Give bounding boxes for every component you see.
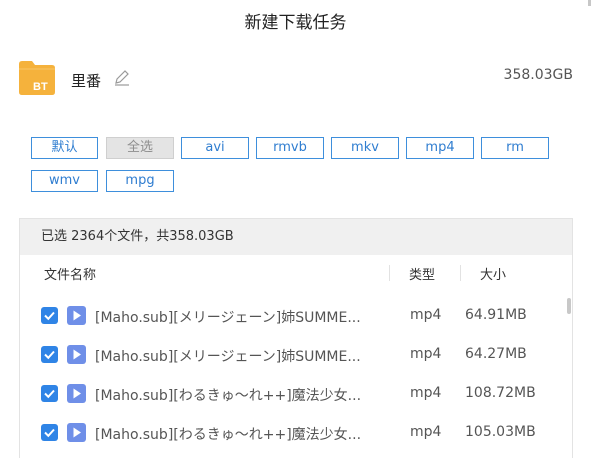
file-size: 64.91MB	[465, 307, 527, 323]
file-row[interactable]: [Maho.sub][わるきゅ～れ++]魔法少女... mp4 108.72MB	[20, 375, 560, 414]
dialog-title: 新建下载任务	[244, 13, 347, 33]
file-type: mp4	[410, 385, 442, 401]
filter-wmv-button[interactable]: wmv	[31, 170, 98, 192]
pencil-icon[interactable]	[113, 69, 130, 86]
selection-summary: 已选 2364个文件，共358.03GB	[20, 219, 572, 255]
play-icon[interactable]	[67, 423, 86, 442]
file-row[interactable]: [Maho.sub][メリージェーン]姉SUMME... mp4 64.91MB	[20, 297, 560, 336]
checkbox-checked-icon[interactable]	[41, 424, 58, 441]
file-list-panel: 已选 2364个文件，共358.03GB 文件名称 类型 大小 [Maho.su…	[19, 218, 573, 458]
file-row[interactable]: [Maho.sub][メリージェーン]姉SUMME... mp4 64.27MB	[20, 336, 560, 375]
task-name: 里番	[71, 72, 102, 90]
column-divider[interactable]	[389, 265, 390, 281]
bt-folder-label: BT	[33, 81, 48, 93]
list-scrollbar[interactable]	[567, 298, 571, 314]
bt-folder-icon: BT	[19, 61, 55, 95]
file-name: [Maho.sub][メリージェーン]姉SUMME...	[95, 310, 361, 326]
filter-avi-button[interactable]: avi	[181, 137, 249, 159]
column-divider[interactable]	[460, 265, 461, 281]
column-header: 文件名称 类型 大小	[20, 255, 572, 289]
checkbox-checked-icon[interactable]	[41, 346, 58, 363]
checkbox-checked-icon[interactable]	[41, 385, 58, 402]
column-size-header[interactable]: 大小	[480, 264, 506, 283]
filter-rm-button[interactable]: rm	[481, 137, 549, 159]
file-type: mp4	[410, 346, 442, 362]
file-type: mp4	[410, 307, 442, 323]
play-icon[interactable]	[67, 345, 86, 364]
file-type: mp4	[410, 424, 442, 440]
file-size: 105.03MB	[465, 424, 536, 440]
filter-mkv-button[interactable]: mkv	[331, 137, 399, 159]
column-name-header[interactable]: 文件名称	[44, 264, 96, 283]
play-icon[interactable]	[67, 384, 86, 403]
filter-mp4-button[interactable]: mp4	[406, 137, 474, 159]
total-size: 358.03GB	[503, 67, 573, 83]
file-name: [Maho.sub][メリージェーン]姉SUMME...	[95, 349, 361, 365]
file-name: [Maho.sub][わるきゅ～れ++]魔法少女...	[95, 388, 362, 404]
play-icon[interactable]	[67, 306, 86, 325]
filter-mpg-button[interactable]: mpg	[106, 170, 174, 192]
filter-default-button[interactable]: 默认	[31, 137, 98, 159]
filter-rmvb-button[interactable]: rmvb	[256, 137, 324, 159]
filter-select-all-button[interactable]: 全选	[106, 137, 174, 159]
file-row[interactable]: [Maho.sub][わるきゅ～れ++]魔法少女... mp4 105.03MB	[20, 414, 560, 453]
column-type-header[interactable]: 类型	[409, 264, 435, 283]
file-name: [Maho.sub][わるきゅ～れ++]魔法少女...	[95, 427, 362, 443]
file-size: 64.27MB	[465, 346, 527, 362]
checkbox-checked-icon[interactable]	[41, 307, 58, 324]
file-size: 108.72MB	[465, 385, 536, 401]
